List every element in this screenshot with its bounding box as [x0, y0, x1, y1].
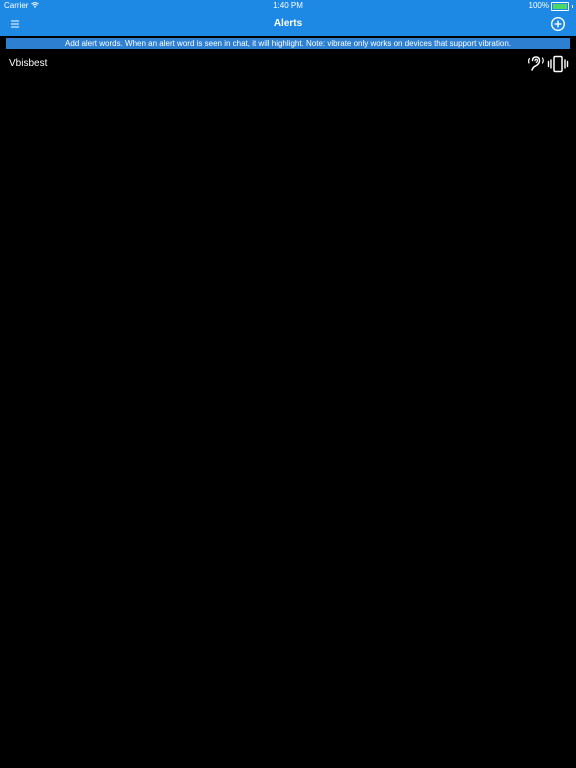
- app-header: Carrier 1:40 PM 100% Alerts: [0, 0, 576, 36]
- status-time: 1:40 PM: [273, 1, 303, 10]
- battery-icon: [551, 1, 569, 11]
- battery-tip: [572, 4, 573, 8]
- vibrate-icon[interactable]: [547, 54, 569, 74]
- status-bar: Carrier 1:40 PM 100%: [0, 0, 576, 12]
- status-right: 100%: [529, 0, 573, 12]
- info-banner: Add alert words. When an alert word is s…: [6, 38, 570, 49]
- battery-fill: [553, 3, 567, 9]
- hearing-icon[interactable]: [526, 54, 546, 74]
- page-title: Alerts: [273, 18, 303, 29]
- alert-word-label: Vbisbest: [9, 58, 48, 69]
- add-circle-icon[interactable]: [550, 16, 566, 32]
- battery-percent: 100%: [528, 1, 549, 10]
- nav-bar: Alerts: [0, 12, 576, 36]
- alert-row[interactable]: Vbisbest: [0, 52, 576, 76]
